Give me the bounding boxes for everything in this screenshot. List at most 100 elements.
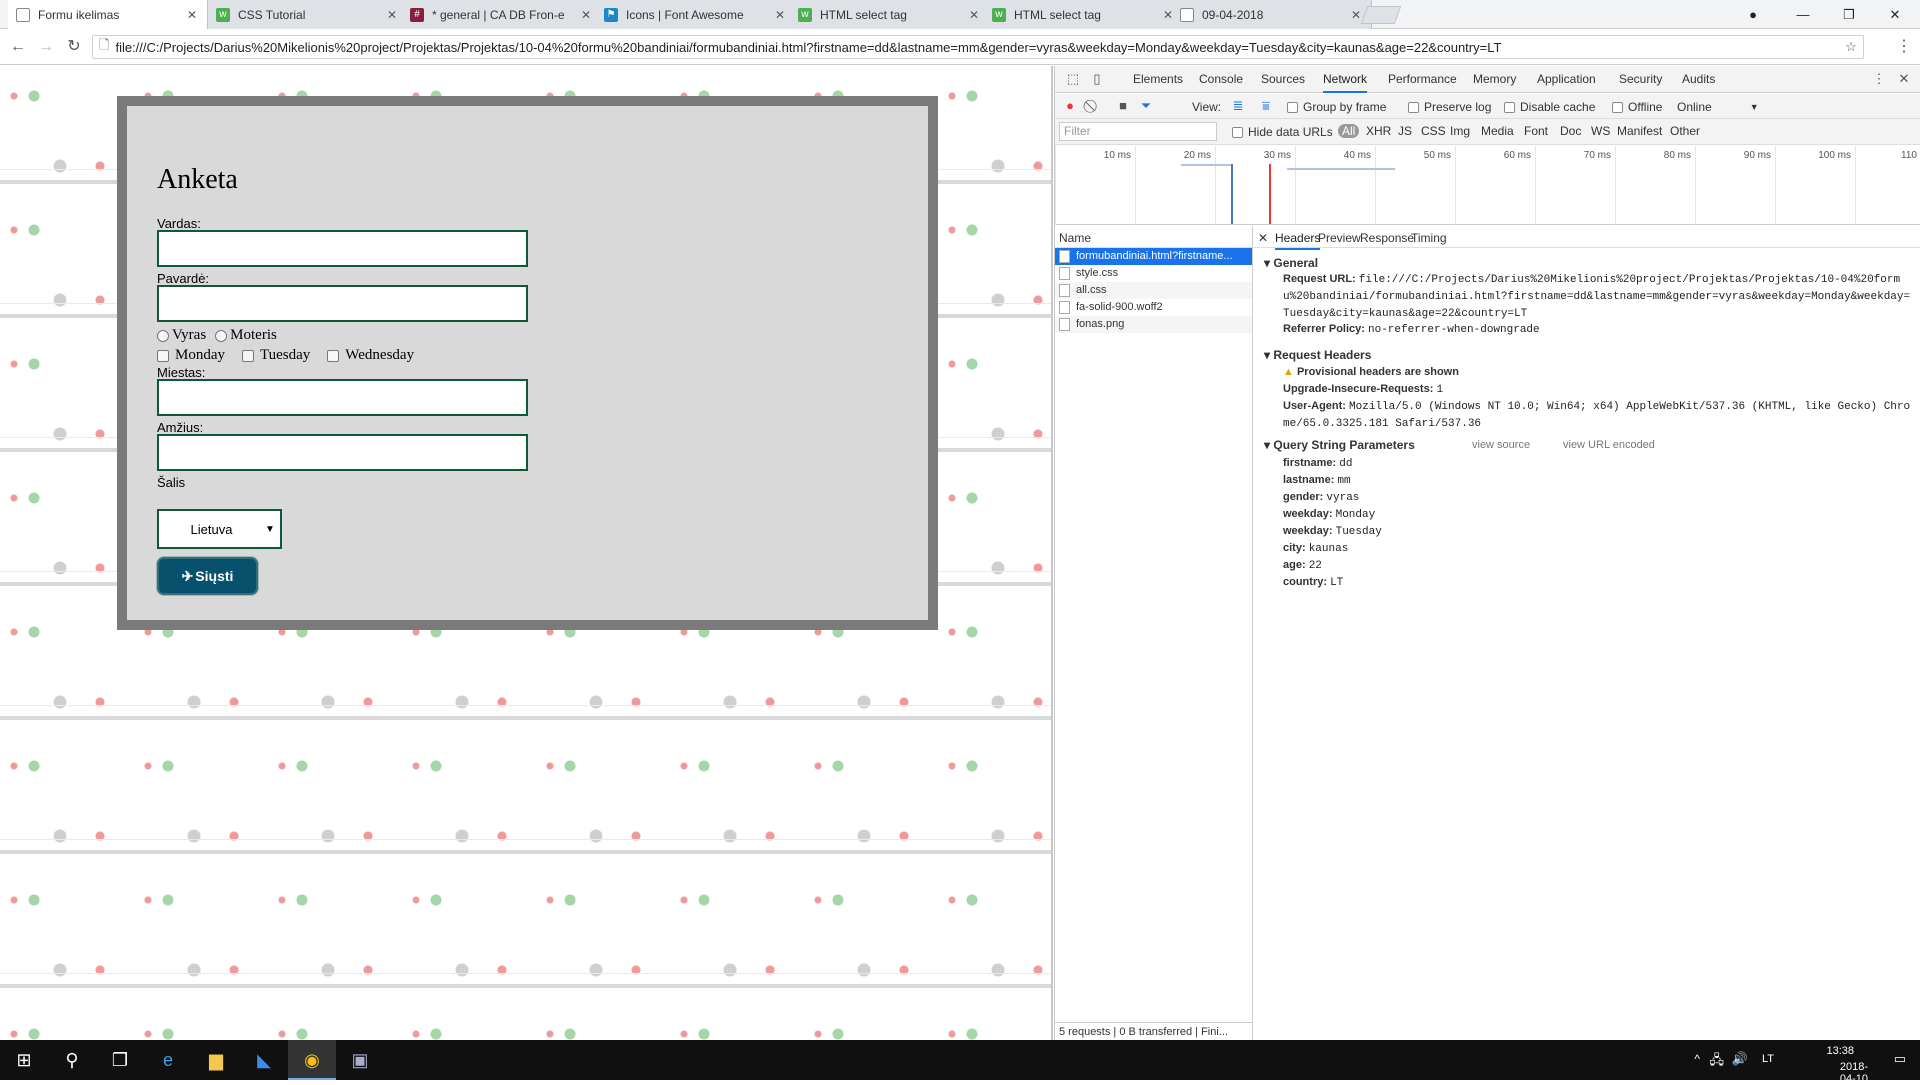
request-row[interactable]: formubandiniai.html?firstname...	[1055, 248, 1252, 265]
lastname-input[interactable]	[157, 285, 528, 322]
name-column-header[interactable]: Name	[1055, 226, 1252, 248]
request-row[interactable]: fa-solid-900.woff2	[1055, 299, 1252, 316]
viewport-divider[interactable]	[1051, 66, 1053, 1040]
filter-type-css[interactable]: CSS	[1421, 124, 1446, 138]
tab-timing[interactable]: Timing	[1411, 231, 1447, 245]
view-url-encoded-link[interactable]: view URL encoded	[1563, 439, 1655, 451]
request-row[interactable]: fonas.png	[1055, 316, 1252, 333]
large-rows-icon[interactable]: ≣	[1230, 98, 1246, 114]
close-window-icon[interactable]: ✕	[1872, 0, 1918, 29]
app-window-icon[interactable]: ▣	[336, 1040, 384, 1080]
tab-html-select-2[interactable]: w HTML select tag ✕	[984, 0, 1184, 29]
close-detail-icon[interactable]: ✕	[1258, 231, 1268, 245]
tab-html-select-1[interactable]: w HTML select tag ✕	[790, 0, 990, 29]
search-icon[interactable]: ⚲	[48, 1040, 96, 1080]
hide-data-urls-checkbox[interactable]: Hide data URLs	[1232, 125, 1333, 139]
filter-type-media[interactable]: Media	[1481, 124, 1514, 138]
request-row[interactable]: all.css	[1055, 282, 1252, 299]
clear-icon[interactable]: ⃠	[1085, 98, 1101, 114]
tab-css-tutorial[interactable]: w CSS Tutorial ✕	[208, 0, 408, 29]
new-tab-button[interactable]	[1360, 6, 1402, 24]
minimize-icon[interactable]: —	[1780, 0, 1826, 29]
close-icon[interactable]: ✕	[967, 8, 981, 22]
tab-headers[interactable]: Headers	[1275, 231, 1321, 250]
tab-formu-ikelimas[interactable]: Formu ikelimas ✕	[8, 0, 208, 29]
more-options-icon[interactable]: ⋮	[1871, 71, 1887, 87]
filter-type-img[interactable]: Img	[1450, 124, 1470, 138]
task-view-icon[interactable]: ❐	[96, 1040, 144, 1080]
filter-type-font[interactable]: Font	[1524, 124, 1548, 138]
filter-icon[interactable]: ⏷	[1138, 98, 1154, 114]
filter-type-doc[interactable]: Doc	[1560, 124, 1581, 138]
reload-icon[interactable]: ↻	[64, 37, 84, 57]
tab-security[interactable]: Security	[1619, 66, 1662, 93]
close-devtools-icon[interactable]: ✕	[1896, 71, 1912, 87]
city-input[interactable]	[157, 379, 528, 416]
back-icon[interactable]: ←	[8, 37, 28, 57]
tab-slack[interactable]: # * general | CA DB Fron-e ✕	[402, 0, 602, 29]
tab-elements[interactable]: Elements	[1133, 66, 1183, 93]
filter-type-other[interactable]: Other	[1670, 124, 1700, 138]
filter-type-manifest[interactable]: Manifest	[1617, 124, 1662, 138]
volume-icon[interactable]: 🔊	[1732, 1051, 1748, 1067]
edge-icon[interactable]: e	[144, 1040, 192, 1080]
clock-time[interactable]: 13:38	[1826, 1045, 1854, 1057]
overview-icon[interactable]: ⩸	[1258, 98, 1274, 114]
tab-application[interactable]: Application	[1537, 66, 1596, 93]
country-select[interactable]: Lietuva ▼	[157, 509, 282, 549]
general-section-header[interactable]: ▾ General	[1264, 256, 1318, 270]
disable-cache-checkbox[interactable]: Disable cache	[1504, 100, 1595, 114]
filter-type-ws[interactable]: WS	[1591, 124, 1610, 138]
menu-icon[interactable]: ⋮	[1894, 37, 1914, 57]
close-icon[interactable]: ✕	[579, 8, 593, 22]
close-icon[interactable]: ✕	[385, 8, 399, 22]
bookmark-star-icon[interactable]: ☆	[1839, 39, 1863, 55]
query-params-section-header[interactable]: ▾ Query String Parameters	[1264, 438, 1415, 452]
tab-sources[interactable]: Sources	[1261, 66, 1305, 93]
tab-response[interactable]: Response	[1360, 231, 1414, 245]
weekday-checkbox-monday[interactable]	[157, 349, 169, 362]
tab-audits[interactable]: Audits	[1682, 66, 1715, 93]
inspect-element-icon[interactable]: ⬚	[1065, 71, 1081, 87]
file-explorer-icon[interactable]: ▆	[192, 1040, 240, 1080]
vscode-icon[interactable]: ◣	[240, 1040, 288, 1080]
tray-chevron-icon[interactable]: ^	[1694, 1052, 1700, 1066]
preserve-log-checkbox[interactable]: Preserve log	[1408, 100, 1491, 114]
tab-09-04-2018[interactable]: 09-04-2018 ✕	[1172, 0, 1372, 29]
tab-console[interactable]: Console	[1199, 66, 1243, 93]
filter-type-js[interactable]: JS	[1398, 124, 1412, 138]
gender-radio-vyras[interactable]	[157, 329, 169, 342]
firstname-input[interactable]	[157, 230, 528, 267]
clock-date[interactable]: 2018-04-10	[1840, 1061, 1868, 1085]
chrome-icon[interactable]: ◉	[288, 1040, 336, 1080]
send-button[interactable]: ✈ Siųsti	[157, 557, 258, 595]
filter-type-all[interactable]: All	[1338, 124, 1360, 138]
tab-memory[interactable]: Memory	[1473, 66, 1516, 93]
tab-network[interactable]: Network	[1323, 66, 1368, 93]
filter-input[interactable]: Filter	[1059, 122, 1217, 141]
throttling-select[interactable]: Online ▼	[1677, 100, 1759, 114]
filter-type-xhr[interactable]: XHR	[1366, 124, 1391, 138]
url-input[interactable]: 🗋 file:///C:/Projects/Darius%20Mikelioni…	[92, 35, 1864, 59]
offline-checkbox[interactable]: Offline	[1612, 100, 1662, 114]
language-indicator[interactable]: LT	[1762, 1053, 1774, 1065]
windows-start-icon[interactable]: ⊞	[0, 1040, 48, 1080]
forward-icon[interactable]: →	[36, 37, 56, 57]
close-icon[interactable]: ✕	[1349, 8, 1363, 22]
maximize-icon[interactable]: ❐	[1826, 0, 1872, 29]
network-timeline[interactable]: 10 ms 20 ms 30 ms 40 ms 50 ms 60 ms 70 m…	[1055, 146, 1920, 225]
tab-font-awesome[interactable]: ⚑ Icons | Font Awesome ✕	[596, 0, 796, 29]
network-icon[interactable]: 🖧	[1710, 1051, 1725, 1073]
close-icon[interactable]: ✕	[185, 8, 199, 22]
gender-radio-moteris[interactable]	[215, 329, 228, 342]
weekday-checkbox-wednesday[interactable]	[327, 349, 340, 362]
view-source-link[interactable]: view source	[1472, 439, 1530, 451]
profile-icon[interactable]: ●	[1730, 0, 1776, 29]
age-input[interactable]	[157, 434, 528, 471]
request-headers-section-header[interactable]: ▾ Request Headers	[1264, 348, 1371, 362]
close-icon[interactable]: ✕	[773, 8, 787, 22]
request-row[interactable]: style.css	[1055, 265, 1252, 282]
weekday-checkbox-tuesday[interactable]	[242, 349, 254, 362]
tab-preview[interactable]: Preview	[1318, 231, 1361, 245]
notifications-icon[interactable]: ▭	[1894, 1051, 1906, 1067]
